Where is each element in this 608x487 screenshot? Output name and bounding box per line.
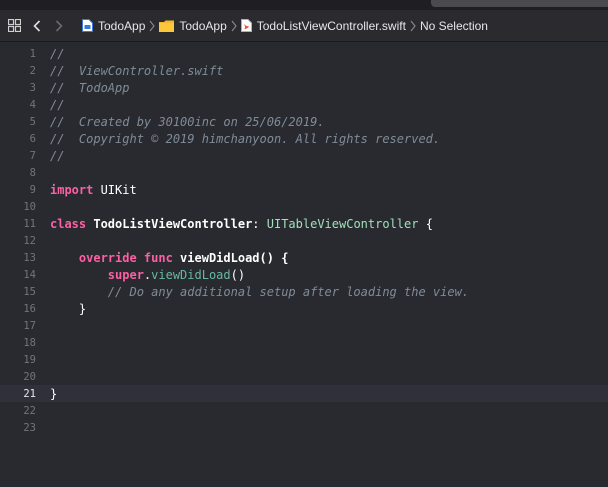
code-class-name: TodoListViewController: [86, 216, 253, 231]
code-line[interactable]: 4 //: [0, 96, 608, 113]
jump-bar: TodoApp TodoApp TodoListViewController.s…: [0, 10, 608, 42]
code-line[interactable]: 8: [0, 164, 608, 181]
code-line[interactable]: 5 // Created by 30100inc on 25/06/2019.: [0, 113, 608, 130]
code-line[interactable]: 19: [0, 351, 608, 368]
code-line[interactable]: 22: [0, 402, 608, 419]
line-number: 10: [23, 200, 36, 213]
code-text: }: [50, 386, 58, 401]
code-line[interactable]: 1 //: [0, 45, 608, 62]
swift-file-icon: [240, 19, 252, 32]
line-number: 21: [23, 387, 36, 400]
code-comment: // Copyright © 2019 himchanyoon. All rig…: [50, 131, 441, 146]
breadcrumb-selection-label: No Selection: [419, 18, 488, 33]
code-line[interactable]: 23: [0, 419, 608, 436]
code-comment: // Do any additional setup after loading…: [107, 284, 470, 299]
forward-chevron-icon[interactable]: [53, 19, 65, 33]
line-number: 16: [23, 302, 36, 315]
code-line[interactable]: 13 override func viewDidLoad() {: [0, 249, 608, 266]
code-keyword: override: [78, 250, 137, 265]
tab-stub[interactable]: [431, 0, 608, 7]
code-text: {: [418, 216, 433, 231]
code-line[interactable]: 15 // Do any additional setup after load…: [0, 283, 608, 300]
line-number: 17: [23, 319, 36, 332]
code-keyword: import: [50, 182, 94, 197]
code-line[interactable]: 17: [0, 317, 608, 334]
breadcrumb-file[interactable]: TodoListViewController.swift: [240, 18, 406, 33]
code-line[interactable]: 7 //: [0, 147, 608, 164]
back-chevron-icon[interactable]: [31, 19, 43, 33]
code-comment: // TodoApp: [50, 80, 130, 95]
line-number: 11: [23, 217, 36, 230]
breadcrumb-file-label: TodoListViewController.swift: [256, 18, 406, 33]
line-number: 8: [29, 166, 36, 179]
line-number: 12: [23, 234, 36, 247]
folder-icon: [159, 20, 175, 32]
code-comment: // ViewController.swift: [50, 63, 224, 78]
code-line[interactable]: 6 // Copyright © 2019 himchanyoon. All r…: [0, 130, 608, 147]
code-line[interactable]: 14 super.viewDidLoad(): [0, 266, 608, 283]
code-comment: //: [50, 46, 65, 61]
line-number: 14: [23, 268, 36, 281]
breadcrumb-separator-icon: [149, 20, 156, 32]
breadcrumb-group-label: TodoApp: [179, 18, 227, 33]
breadcrumb-separator-icon: [231, 20, 237, 32]
breadcrumb-project-label: TodoApp: [98, 18, 146, 33]
line-number: 7: [29, 149, 36, 162]
line-number: 9: [29, 183, 36, 196]
line-number: 19: [23, 353, 36, 366]
related-items-grid-icon[interactable]: [7, 19, 21, 33]
code-text: UIKit: [93, 182, 137, 197]
line-number: 13: [23, 251, 36, 264]
code-line[interactable]: 2 // ViewController.swift: [0, 62, 608, 79]
code-line[interactable]: 20: [0, 368, 608, 385]
code-line[interactable]: 16 }: [0, 300, 608, 317]
code-text: }: [78, 301, 87, 316]
project-file-icon: [82, 19, 93, 32]
code-text: viewDidLoad() {: [172, 250, 289, 265]
code-line[interactable]: 18: [0, 334, 608, 351]
code-text: :: [252, 216, 267, 231]
code-line[interactable]: 11 class TodoListViewController: UITable…: [0, 215, 608, 232]
window-top-strip: [0, 0, 608, 10]
code-type: UITableViewController: [266, 216, 419, 231]
code-line[interactable]: 9 import UIKit: [0, 181, 608, 198]
line-number: 20: [23, 370, 36, 383]
code-keyword: super: [107, 267, 144, 282]
code-keyword: func: [136, 250, 173, 265]
line-number: 22: [23, 404, 36, 417]
line-number: 5: [29, 115, 36, 128]
code-comment: //: [50, 97, 65, 112]
source-editor[interactable]: 1 // 2 // ViewController.swift 3 // Todo…: [0, 43, 608, 487]
line-number: 3: [29, 81, 36, 94]
line-number: 1: [29, 47, 36, 60]
code-line[interactable]: 12: [0, 232, 608, 249]
breadcrumb-project[interactable]: TodoApp: [82, 19, 145, 33]
breadcrumb-group[interactable]: TodoApp: [159, 18, 227, 33]
line-number: 6: [29, 132, 36, 145]
breadcrumb-selection[interactable]: No Selection: [420, 19, 488, 33]
line-number: 2: [29, 64, 36, 77]
code-line[interactable]: 10: [0, 198, 608, 215]
code-line[interactable]: 3 // TodoApp: [0, 79, 608, 96]
line-number: 18: [23, 336, 36, 349]
code-line-current[interactable]: 21 }: [0, 385, 608, 402]
breadcrumb-separator-icon: [410, 20, 416, 32]
code-comment: // Created by 30100inc on 25/06/2019.: [50, 114, 325, 129]
line-number: 4: [29, 98, 36, 111]
code-text: (): [230, 267, 246, 282]
code-method-call: viewDidLoad: [151, 267, 231, 282]
line-number: 23: [23, 421, 36, 434]
line-number: 15: [23, 285, 36, 298]
code-keyword: class: [50, 216, 87, 231]
code-comment: //: [50, 148, 65, 163]
